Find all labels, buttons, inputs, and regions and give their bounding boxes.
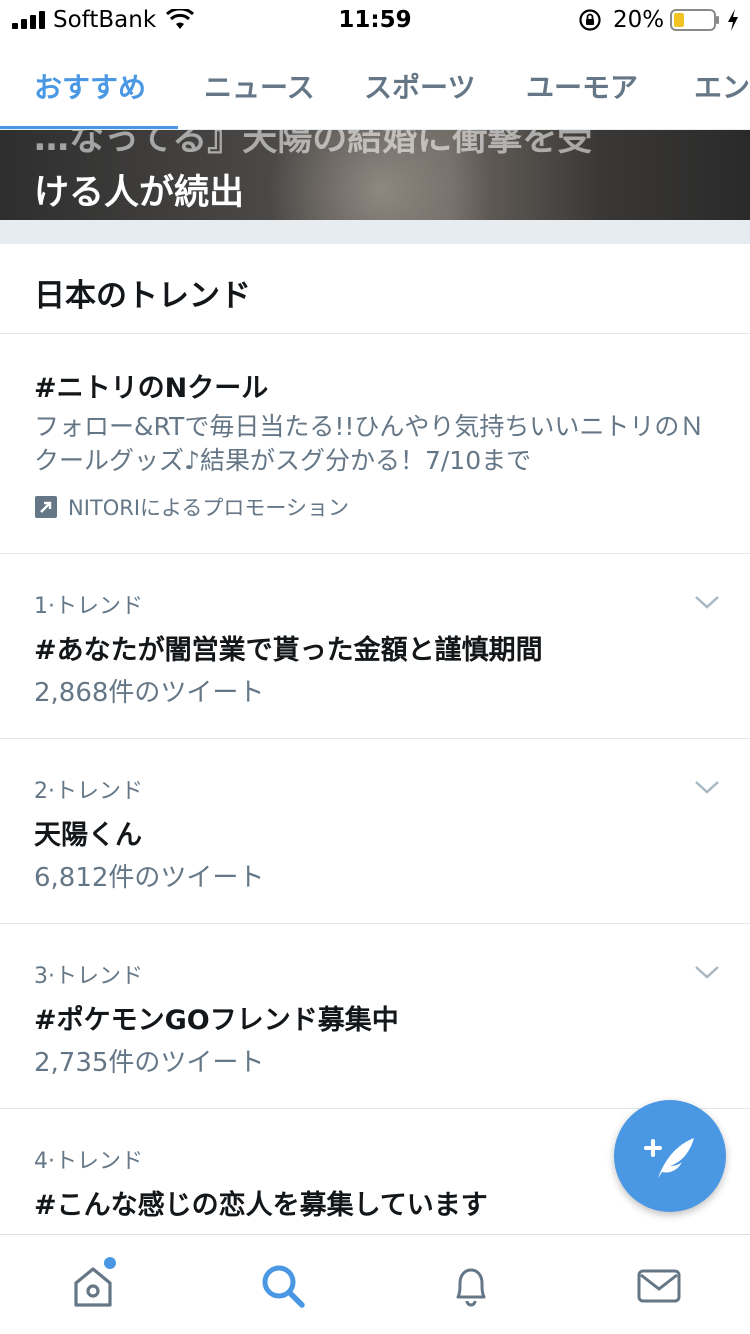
trend-tweet-count: 2,868件のツイート [34,678,265,708]
section-divider [0,220,750,244]
trend-item[interactable]: 2·トレンド 天陽くん 6,812件のツイート [0,739,750,924]
tab-sports[interactable]: スポーツ [364,66,475,106]
compose-tweet-button[interactable] [614,1100,726,1212]
hero-headline: …なってる』天陽の結婚に衝撃を受 ける人が続出 [34,130,592,220]
hero-headline-line2: ける人が続出 [34,173,245,213]
promoted-trend-name: #ニトリのNクール [34,373,269,404]
promoted-icon [35,496,57,518]
trend-item[interactable]: 1·トレンド #あなたが闇営業で貰った金額と謹慎期間 2,868件のツイート [0,554,750,739]
notification-dot [104,1257,116,1269]
trends-header: 日本のトレンド [0,244,750,334]
nav-notifications[interactable] [446,1261,496,1311]
nav-search[interactable] [258,1261,308,1311]
chevron-down-icon[interactable] [694,779,720,795]
orientation-lock-icon [579,9,601,31]
trend-rank: 3·トレンド [34,964,143,989]
trend-rank: 2·トレンド [34,779,143,804]
chevron-down-icon[interactable] [694,594,720,610]
trend-rank: 1·トレンド [34,594,143,619]
category-tabs: おすすめ ニュース スポーツ ユーモア エン [0,40,750,130]
promoted-by: NITORIによるプロモーション [34,492,349,522]
status-bar: SoftBank 11:59 20% [0,0,750,40]
hero-story[interactable]: …なってる』天陽の結婚に衝撃を受 ける人が続出 [0,130,750,220]
chevron-down-icon[interactable] [694,964,720,980]
mail-icon [637,1269,681,1303]
compose-quill-icon [644,1138,694,1178]
charging-icon [728,9,738,31]
tab-news[interactable]: ニュース [204,66,315,106]
nav-messages[interactable] [634,1261,684,1311]
tab-recommended[interactable]: おすすめ [34,66,146,106]
trend-rank: 4·トレンド [34,1149,143,1174]
hero-headline-line1: …なってる』天陽の結婚に衝撃を受 [34,130,593,159]
battery-percent: 20% [613,7,665,33]
bell-icon [456,1268,486,1307]
trend-name: #こんな感じの恋人を募集しています [34,1190,488,1221]
battery-icon [670,9,719,31]
trends-title: 日本のトレンド [34,278,251,314]
trend-name: #ポケモンGOフレンド募集中 [34,1005,399,1036]
trend-tweet-count: 2,735件のツイート [34,1048,265,1078]
promoted-trend[interactable]: #ニトリのNクール フォロー&RTで毎日当たる!!ひんやり気持ちいいニトリのＮク… [0,334,750,554]
bottom-nav [0,1234,750,1334]
promoted-trend-description: フォロー&RTで毎日当たる!!ひんやり気持ちいいニトリのＮクールグッズ♪結果がス… [34,412,705,475]
tab-entertainment[interactable]: エン [694,66,750,106]
trend-item[interactable]: 3·トレンド #ポケモンGOフレンド募集中 2,735件のツイート [0,924,750,1109]
tab-humor[interactable]: ユーモア [526,66,638,106]
trend-name: 天陽くん [34,820,142,851]
trend-name: #あなたが闇営業で貰った金額と謹慎期間 [34,635,543,666]
trend-tweet-count: 6,812件のツイート [34,863,265,893]
promoted-by-label: NITORIによるプロモーション [68,496,349,520]
search-icon [262,1265,305,1308]
